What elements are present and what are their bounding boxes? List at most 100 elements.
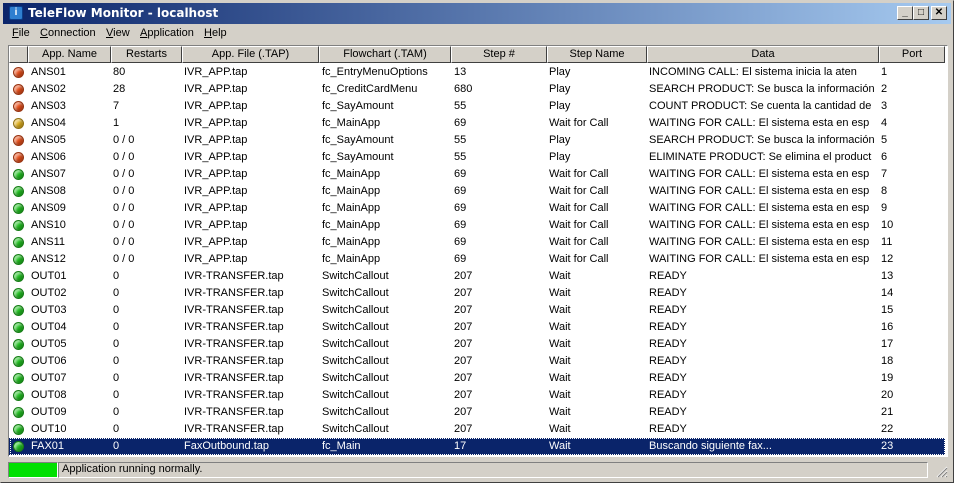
resize-grip-icon[interactable] [936, 466, 948, 478]
table-row[interactable]: ANS12 0 / 0 IVR_APP.tap fc_MainApp 69 Wait fo… [9, 251, 945, 268]
table-row[interactable]: OUT02 0 IVR-TRANSFER.tap SwitchCallout 207 Wa… [9, 285, 945, 302]
maximize-button[interactable]: □ [913, 6, 929, 20]
table-row[interactable]: OUT08 0 IVR-TRANSFER.tap SwitchCallout 207 Wa… [9, 387, 945, 404]
cell-step-number: 69 [454, 202, 467, 214]
cell-step-name: Wait for Call [549, 219, 609, 231]
cell-port: 13 [881, 270, 894, 282]
minimize-button[interactable]: _ [897, 6, 913, 20]
cell-app-name: OUT05 [31, 338, 67, 350]
cell-app-name: ANS06 [31, 151, 66, 163]
column-header-data[interactable]: Data [647, 46, 879, 63]
cell-port: 19 [881, 372, 894, 384]
cell-restarts: 1 [113, 117, 120, 129]
status-indicator [8, 462, 58, 478]
table-row[interactable]: ANS11 0 / 0 IVR_APP.tap fc_MainApp 69 Wait fo… [9, 234, 945, 251]
table-row[interactable]: OUT09 0 IVR-TRANSFER.tap SwitchCallout 207 Wa… [9, 404, 945, 421]
status-green-icon [13, 424, 24, 435]
table-row[interactable]: ANS03 7 IVR_APP.tap fc_SayAmount 55 Play COUNT… [9, 98, 945, 115]
menu-application[interactable]: Application [140, 27, 194, 39]
status-green-icon [13, 305, 24, 316]
cell-port: 11 [881, 236, 893, 248]
cell-app-file: IVR_APP.tap [184, 202, 248, 214]
table-row[interactable]: OUT03 0 IVR-TRANSFER.tap SwitchCallout 207 Wa… [9, 302, 945, 319]
info-app-icon[interactable]: i [9, 6, 23, 20]
table-row[interactable]: OUT07 0 IVR-TRANSFER.tap SwitchCallout 207 Wa… [9, 370, 945, 387]
column-header-port[interactable]: Port [879, 46, 945, 63]
cell-app-name: ANS02 [31, 83, 66, 95]
table-row[interactable]: OUT04 0 IVR-TRANSFER.tap SwitchCallout 207 Wa… [9, 319, 945, 336]
close-button[interactable]: ✕ [931, 6, 947, 20]
cell-restarts: 0 [113, 287, 120, 299]
table-row[interactable]: ANS01 80 IVR_APP.tap fc_EntryMenuOptions 13 P… [9, 64, 945, 81]
menu-help[interactable]: Help [204, 27, 227, 39]
cell-step-name: Wait for Call [549, 202, 609, 214]
menu-connection[interactable]: Connection [40, 27, 96, 39]
column-header-step-number[interactable]: Step # [451, 46, 547, 63]
cell-data: WAITING FOR CALL: El sistema esta en esp [649, 117, 870, 129]
title-bar[interactable]: i TeleFlow Monitor - localhost _ □ ✕ [3, 3, 951, 24]
cell-flowchart: fc_SayAmount [322, 100, 394, 112]
menu-application-label: pplication [147, 27, 194, 39]
status-green-icon [13, 390, 24, 401]
cell-restarts: 0 / 0 [113, 185, 135, 197]
column-header-status[interactable] [9, 46, 28, 63]
cell-port: 21 [881, 406, 894, 418]
cell-flowchart: fc_MainApp [322, 117, 381, 129]
status-green-icon [13, 254, 24, 265]
cell-restarts: 0 / 0 [113, 202, 135, 214]
table-row[interactable]: FAX01 0 FaxOutbound.tap fc_Main 17 Wait Buscan… [9, 438, 945, 455]
cell-step-name: Wait for Call [549, 117, 609, 129]
cell-port: 2 [881, 83, 888, 95]
column-header-app-file[interactable]: App. File (.TAP) [182, 46, 319, 63]
cell-restarts: 0 [113, 389, 120, 401]
menu-view[interactable]: View [106, 27, 130, 39]
menu-file[interactable]: File [12, 27, 30, 39]
cell-restarts: 0 / 0 [113, 253, 135, 265]
table-row[interactable]: ANS07 0 / 0 IVR_APP.tap fc_MainApp 69 Wait fo… [9, 166, 945, 183]
cell-data: READY [649, 372, 687, 384]
cell-step-name: Wait [549, 287, 571, 299]
cell-app-name: ANS07 [31, 168, 66, 180]
cell-restarts: 0 / 0 [113, 134, 135, 146]
cell-port: 23 [881, 440, 894, 452]
cell-flowchart: fc_CreditCardMenu [322, 83, 418, 95]
cell-restarts: 0 [113, 372, 120, 384]
menu-file-label: ile [18, 27, 30, 39]
cell-step-number: 17 [454, 440, 467, 452]
cell-app-file: IVR_APP.tap [184, 117, 248, 129]
cell-restarts: 0 / 0 [113, 168, 135, 180]
menu-help-accel: H [204, 27, 212, 39]
table-row[interactable]: OUT05 0 IVR-TRANSFER.tap SwitchCallout 207 Wa… [9, 336, 945, 353]
table-row[interactable]: ANS06 0 / 0 IVR_APP.tap fc_SayAmount 55 Play E… [9, 149, 945, 166]
table-row[interactable]: OUT06 0 IVR-TRANSFER.tap SwitchCallout 207 Wa… [9, 353, 945, 370]
table-row[interactable]: ANS10 0 / 0 IVR_APP.tap fc_MainApp 69 Wait fo… [9, 217, 945, 234]
table-row[interactable]: OUT10 0 IVR-TRANSFER.tap SwitchCallout 207 Wa… [9, 421, 945, 438]
table-row[interactable]: ANS04 1 IVR_APP.tap fc_MainApp 69 Wait for Ca… [9, 115, 945, 132]
column-header-app-name[interactable]: App. Name [28, 46, 111, 63]
column-header-step-name[interactable]: Step Name [547, 46, 647, 63]
cell-port: 22 [881, 423, 894, 435]
column-header-flowchart[interactable]: Flowchart (.TAM) [319, 46, 451, 63]
cell-app-file: IVR_APP.tap [184, 83, 248, 95]
cell-step-number: 207 [454, 423, 473, 435]
cell-step-name: Wait for Call [549, 185, 609, 197]
table-row[interactable]: ANS02 28 IVR_APP.tap fc_CreditCardMenu 680 Pl… [9, 81, 945, 98]
table-row[interactable]: ANS09 0 / 0 IVR_APP.tap fc_MainApp 69 Wait fo… [9, 200, 945, 217]
column-header-restarts[interactable]: Restarts [111, 46, 182, 63]
port-list-view[interactable]: App. Name Restarts App. File (.TAP) Flow… [8, 45, 948, 457]
cell-port: 8 [881, 185, 888, 197]
cell-app-file: IVR-TRANSFER.tap [184, 270, 284, 282]
table-row[interactable]: OUT01 0 IVR-TRANSFER.tap SwitchCallout 207 Wa… [9, 268, 945, 285]
table-row[interactable]: ANS08 0 / 0 IVR_APP.tap fc_MainApp 69 Wait fo… [9, 183, 945, 200]
cell-port: 16 [881, 321, 894, 333]
cell-step-name: Wait [549, 440, 571, 452]
cell-app-name: OUT02 [31, 287, 67, 299]
status-text: Application running normally. [58, 462, 928, 478]
cell-app-name: ANS01 [31, 66, 66, 78]
cell-data: READY [649, 287, 687, 299]
cell-step-number: 207 [454, 338, 473, 350]
cell-port: 4 [881, 117, 888, 129]
cell-flowchart: fc_MainApp [322, 202, 381, 214]
table-row[interactable]: ANS05 0 / 0 IVR_APP.tap fc_SayAmount 55 Play S… [9, 132, 945, 149]
cell-flowchart: SwitchCallout [322, 304, 389, 316]
